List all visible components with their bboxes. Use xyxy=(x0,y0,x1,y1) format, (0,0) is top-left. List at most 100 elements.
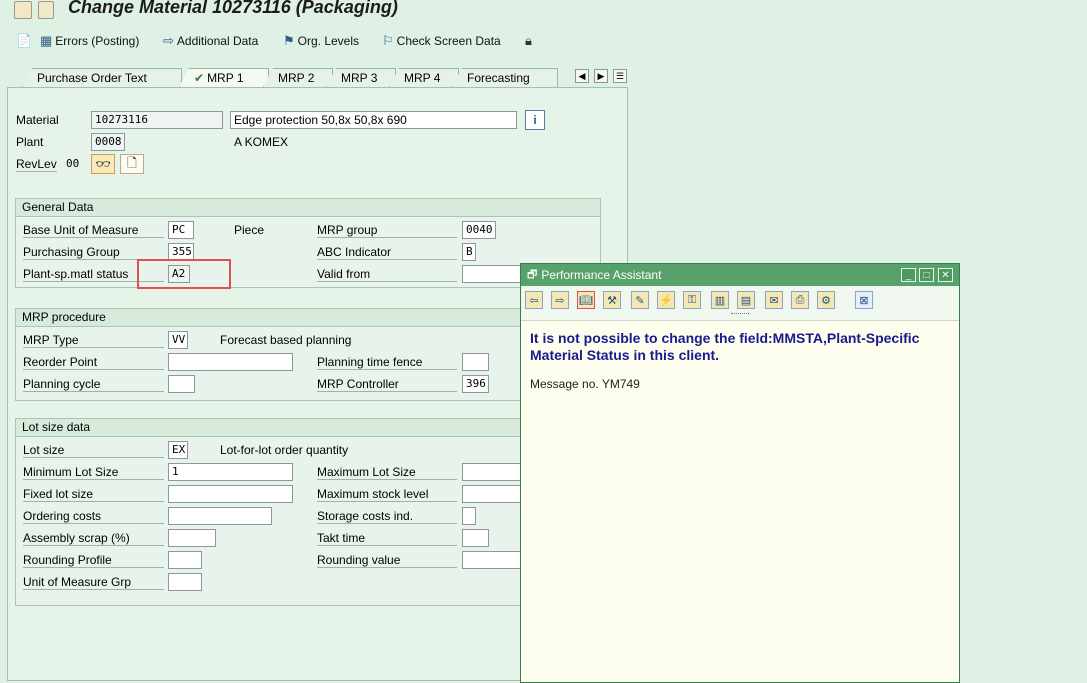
mrp-type-field[interactable]: VV xyxy=(168,331,188,349)
lot-size-header: Lot size data xyxy=(16,419,600,437)
min-lot-size-label: Minimum Lot Size xyxy=(23,465,164,480)
tab-label: Purchase Order Text xyxy=(37,71,147,85)
tab-label: MRP 3 xyxy=(341,71,378,85)
tab-mrp-1[interactable]: ✔ MRP 1 xyxy=(179,68,269,87)
document-icon[interactable]: 🗋 xyxy=(120,154,144,174)
key-icon[interactable]: ⚿ xyxy=(683,291,701,309)
fixed-lot-size-field[interactable] xyxy=(168,485,293,503)
planning-cycle-field[interactable] xyxy=(168,375,195,393)
ordering-costs-field[interactable] xyxy=(168,507,272,525)
info-icon[interactable]: i xyxy=(525,110,545,130)
rounding-profile-field[interactable] xyxy=(168,551,202,569)
lot-size-field[interactable]: EX xyxy=(168,441,188,459)
uom-grp-field[interactable] xyxy=(168,573,202,591)
abc-indicator-field[interactable]: B xyxy=(462,243,476,261)
lot-size-text: Lot-for-lot order quantity xyxy=(220,443,349,457)
material-field[interactable]: 10273116 xyxy=(91,111,223,129)
mrp-controller-field[interactable]: 396 xyxy=(462,375,489,393)
planning-fence-field[interactable] xyxy=(462,353,489,371)
errors-label: Errors (Posting) xyxy=(55,34,140,48)
base-uom-field[interactable]: PC xyxy=(168,221,194,239)
check-screen-button[interactable]: ⚐ Check Screen Data xyxy=(382,32,501,50)
minimize-icon[interactable]: _ xyxy=(901,268,916,282)
forward-icon[interactable]: ⇨ xyxy=(551,291,569,309)
planning-fence-label: Planning time fence xyxy=(317,355,457,370)
close-icon[interactable]: ✕ xyxy=(938,268,953,282)
glasses-icon[interactable]: 👓︎ xyxy=(91,154,115,174)
errors-button[interactable]: ▦ Errors (Posting) xyxy=(40,32,139,50)
revlev-label: RevLev xyxy=(16,157,57,172)
takt-time-field[interactable] xyxy=(462,529,489,547)
max-stock-field[interactable] xyxy=(462,485,522,503)
title-bar: Change Material 10273116 (Packaging) xyxy=(0,0,1087,22)
splitter-handle[interactable] xyxy=(731,313,749,316)
window-icon: 🗗 xyxy=(527,268,538,281)
additional-data-button[interactable]: ⇨ Additional Data xyxy=(163,32,258,50)
print-icon[interactable]: ⎙ xyxy=(791,291,809,309)
tab-mrp-3[interactable]: MRP 3 xyxy=(326,68,396,87)
assistant-toolbar: ⇦ ⇨ 📖︎ ⚒ ✎ ⚡ ⚿ ▥ ▤ ✉ ⎙ ⚙ ⊠ xyxy=(521,286,959,321)
maximize-icon[interactable]: □ xyxy=(919,268,934,282)
rounding-value-field[interactable] xyxy=(462,551,522,569)
abc-indicator-label: ABC Indicator xyxy=(317,245,457,260)
check-icon: ✔ xyxy=(194,71,205,85)
other-material-button[interactable]: 📄 xyxy=(16,32,32,50)
display-icon[interactable]: ▤ xyxy=(737,291,755,309)
dropdown-icon[interactable] xyxy=(38,1,54,19)
manual-icon[interactable]: ▥ xyxy=(711,291,729,309)
org-levels-button[interactable]: ⚑ Org. Levels xyxy=(283,32,359,50)
arrow-right-icon: ⇨ xyxy=(163,33,174,48)
link-icon[interactable]: ⚡ xyxy=(657,291,675,309)
close-panel-icon[interactable]: ⊠ xyxy=(855,291,873,309)
performance-assistant-titlebar[interactable]: 🗗 Performance Assistant xyxy=(521,264,959,286)
reorder-point-field[interactable] xyxy=(168,353,293,371)
rounding-profile-label: Rounding Profile xyxy=(23,553,164,568)
assembly-scrap-field[interactable] xyxy=(168,529,216,547)
performance-assistant-title: Performance Assistant xyxy=(541,268,662,282)
mrp-type-text: Forecast based planning xyxy=(220,333,352,347)
mrp-group-field[interactable]: 0040 xyxy=(462,221,496,239)
note-icon[interactable]: ✉ xyxy=(765,291,783,309)
new-document-icon: 📄 xyxy=(16,33,33,48)
org-levels-label: Org. Levels xyxy=(297,34,360,48)
min-lot-size-field[interactable]: 1 xyxy=(168,463,293,481)
fixed-lot-size-label: Fixed lot size xyxy=(23,487,164,502)
purchasing-group-label: Purchasing Group xyxy=(23,245,164,260)
mrp-group-label: MRP group xyxy=(317,223,457,238)
mrp-type-label: MRP Type xyxy=(23,333,164,348)
tab-label: MRP 2 xyxy=(278,71,315,85)
storage-costs-field[interactable] xyxy=(462,507,476,525)
revlev-value: 00 xyxy=(66,157,80,170)
tab-list-icon[interactable]: ☰ xyxy=(613,69,627,83)
tab-scroll-left-icon[interactable]: ◀ xyxy=(575,69,589,83)
errors-icon: ▦ xyxy=(40,33,53,48)
lock-icon: 🔒︎ xyxy=(525,33,532,48)
plant-field[interactable]: 0008 xyxy=(91,133,125,151)
material-description-field[interactable]: Edge protection 50,8x 50,8x 690 xyxy=(230,111,517,129)
max-lot-size-field[interactable] xyxy=(462,463,522,481)
technical-info-icon[interactable]: ⚒ xyxy=(603,291,621,309)
mrp-procedure-header: MRP procedure xyxy=(16,309,600,327)
performance-assistant-window: 🗗 Performance Assistant _ □ ✕ ⇦ ⇨ 📖︎ ⚒ ✎… xyxy=(520,263,960,683)
base-uom-text: Piece xyxy=(234,223,265,237)
mrp-controller-label: MRP Controller xyxy=(317,377,457,392)
tab-mrp-2[interactable]: MRP 2 xyxy=(263,68,333,87)
tab-scroll-right-icon[interactable]: ▶ xyxy=(594,69,608,83)
back-icon[interactable]: ⇦ xyxy=(525,291,543,309)
window-title: Change Material 10273116 (Packaging) xyxy=(68,0,398,17)
settings-icon[interactable]: ⚙ xyxy=(817,291,835,309)
tab-mrp-4[interactable]: MRP 4 xyxy=(389,68,459,87)
tab-label: Forecasting xyxy=(467,71,530,85)
help-book-icon[interactable]: 📖︎ xyxy=(577,291,595,309)
tab-label: MRP 4 xyxy=(404,71,441,85)
lock-button[interactable]: 🔒︎ xyxy=(525,32,532,50)
valid-from-field[interactable] xyxy=(462,265,522,283)
edit-icon[interactable]: ✎ xyxy=(631,291,649,309)
tab-purchase-order-text[interactable]: Purchase Order Text xyxy=(22,68,182,87)
general-data-header: General Data xyxy=(16,199,600,217)
tab-forecasting[interactable]: Forecasting xyxy=(452,68,558,87)
valid-from-label: Valid from xyxy=(317,267,457,282)
ordering-costs-label: Ordering costs xyxy=(23,509,164,524)
check-screen-label: Check Screen Data xyxy=(396,34,501,48)
menu-icon[interactable] xyxy=(14,1,32,19)
